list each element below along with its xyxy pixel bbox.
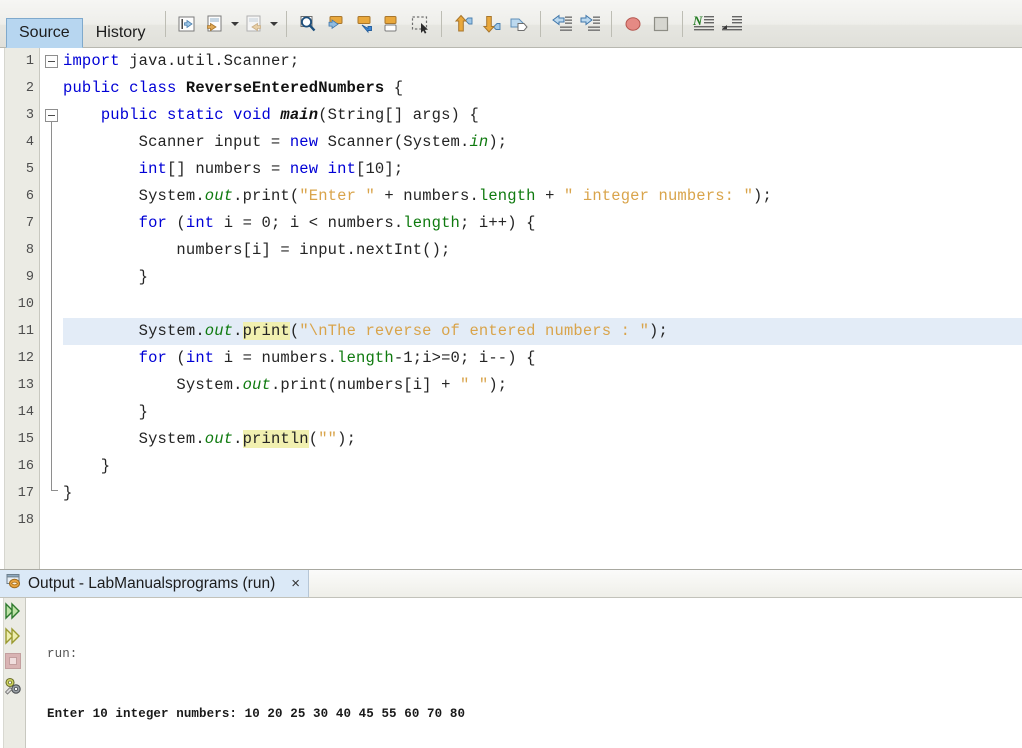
line-number: 18 — [17, 513, 34, 528]
output-side-toolbar — [0, 598, 26, 748]
code-line-16[interactable]: } — [63, 453, 1022, 480]
line-number: 8 — [25, 243, 34, 258]
code-line-17[interactable]: } — [63, 480, 1022, 507]
inspect-members-icon[interactable]: N — [691, 11, 717, 37]
fold-range-line — [51, 122, 52, 490]
previous-bookmark-icon[interactable] — [323, 11, 349, 37]
output-line: run: — [47, 647, 78, 661]
toolbar-separator-1 — [165, 10, 167, 37]
code-editor[interactable]: 1 2 3 4 5 6 7 8 9 10 11 12 13 14 15 16 1… — [0, 48, 1022, 569]
toggle-bookmark-icon[interactable] — [379, 11, 405, 37]
code-line-8[interactable]: numbers[i] = input.nextInt(); — [63, 237, 1022, 264]
code-line-13[interactable]: System.out.print(numbers[i] + " "); — [63, 372, 1022, 399]
code-line-14[interactable]: } — [63, 399, 1022, 426]
output-tabstrip: Output - LabManualsprograms (run) × — [0, 570, 1022, 598]
fold-range-end — [51, 490, 58, 491]
toolbar-group-indent — [548, 0, 604, 48]
line-number: 6 — [25, 189, 34, 204]
code-line-9[interactable]: } — [63, 264, 1022, 291]
toolbar-separator-5 — [611, 10, 613, 37]
forward-document-icon[interactable] — [241, 11, 267, 37]
code-text-area[interactable]: import java.util.Scanner; public class R… — [63, 48, 1022, 569]
toolbar-separator-3 — [441, 10, 443, 37]
code-line-12[interactable]: for (int i = numbers.length-1;i>=0; i--)… — [63, 345, 1022, 372]
toggle-breakpoint-icon[interactable] — [620, 11, 646, 37]
code-line-6[interactable]: System.out.print("Enter " + numbers.leng… — [63, 183, 1022, 210]
previous-error-icon[interactable] — [450, 11, 476, 37]
toolbar-separator-6 — [682, 10, 684, 37]
line-number-gutter[interactable]: 1 2 3 4 5 6 7 8 9 10 11 12 13 14 15 16 1… — [0, 48, 40, 569]
output-window: Output - LabManualsprograms (run) × run:… — [0, 569, 1022, 748]
select-rectangular-icon[interactable] — [407, 11, 433, 37]
line-number: 17 — [17, 486, 34, 501]
editor-tabstrip: Source History — [6, 0, 158, 48]
toolbar-group-navigation — [173, 0, 279, 48]
line-number: 11 — [17, 324, 34, 339]
back-document-icon[interactable] — [202, 11, 228, 37]
line-number: 4 — [25, 135, 34, 150]
line-number: 16 — [17, 459, 34, 474]
back-document-dropdown-arrow[interactable] — [229, 11, 240, 37]
output-window-icon — [6, 573, 22, 594]
tab-source[interactable]: Source — [6, 17, 83, 48]
shift-left-icon[interactable] — [549, 11, 575, 37]
output-tab[interactable]: Output - LabManualsprograms (run) × — [0, 570, 310, 597]
line-number: 3 — [25, 108, 34, 123]
code-line-10[interactable] — [63, 291, 1022, 318]
rerun-alt-icon[interactable] — [2, 625, 24, 647]
fold-toggle-line-1[interactable] — [45, 55, 58, 68]
code-line-11[interactable]: System.out.print("\nThe reverse of enter… — [63, 318, 1022, 345]
forward-document-dropdown-arrow[interactable] — [268, 11, 279, 37]
code-line-15[interactable]: System.out.println(""); — [63, 426, 1022, 453]
line-number: 10 — [17, 297, 34, 312]
output-tab-title: Output - LabManualsprograms (run) — [28, 574, 276, 592]
toolbar-separator-4 — [540, 10, 542, 37]
tab-history-label: History — [95, 24, 146, 41]
next-error-icon[interactable] — [478, 11, 504, 37]
toolbar-group-debug — [619, 0, 675, 48]
rerun-icon[interactable] — [2, 600, 24, 622]
tab-source-label: Source — [19, 23, 70, 41]
fold-toggle-line-3[interactable] — [45, 109, 58, 122]
toolbar-group-search — [294, 0, 434, 48]
svg-text:N: N — [692, 13, 703, 28]
code-line-7[interactable]: for (int i = 0; i < numbers.length; i++)… — [63, 210, 1022, 237]
code-line-1[interactable]: import java.util.Scanner; — [63, 48, 1022, 75]
gears-icon[interactable] — [2, 675, 24, 697]
stop-icon[interactable] — [2, 650, 24, 672]
output-body: run: Enter 10 integer numbers: 10 20 25 … — [0, 598, 1022, 748]
output-line: Enter 10 integer numbers: 10 20 25 30 40… — [47, 707, 466, 721]
netbeans-ide-window: Source History N 1 2 3 4 5 6 7 8 9 10 11… — [0, 0, 1022, 748]
toolbar-group-inspect: N — [690, 0, 746, 48]
next-bookmark-icon[interactable] — [351, 11, 377, 37]
line-number: 9 — [25, 270, 34, 285]
tab-history[interactable]: History — [83, 18, 159, 48]
line-number: 7 — [25, 216, 34, 231]
code-line-5[interactable]: int[] numbers = new int[10]; — [63, 156, 1022, 183]
line-number: 2 — [25, 81, 34, 96]
output-tabstrip-filler — [309, 570, 1022, 597]
code-line-4[interactable]: Scanner input = new Scanner(System.in); — [63, 129, 1022, 156]
code-fold-column[interactable] — [41, 48, 63, 569]
line-number: 5 — [25, 162, 34, 177]
line-number: 12 — [17, 351, 34, 366]
stop-icon[interactable] — [648, 11, 674, 37]
code-line-18[interactable] — [63, 507, 1022, 534]
code-line-2[interactable]: public class ReverseEnteredNumbers { — [63, 75, 1022, 102]
line-number: 1 — [25, 54, 34, 69]
line-number: 14 — [17, 405, 34, 420]
line-number: 15 — [17, 432, 34, 447]
close-icon[interactable]: × — [291, 575, 300, 592]
shift-right-icon[interactable] — [577, 11, 603, 37]
editor-toolbar: Source History N — [0, 0, 1022, 48]
toolbar-group-errors — [449, 0, 533, 48]
toolbar-separator-2 — [286, 10, 288, 37]
output-console-text[interactable]: run: Enter 10 integer numbers: 10 20 25 … — [27, 598, 1022, 748]
inspect-hierarchy-icon[interactable] — [719, 11, 745, 37]
line-number: 13 — [17, 378, 34, 393]
code-line-3[interactable]: public static void main(String[] args) { — [63, 102, 1022, 129]
last-edit-icon[interactable] — [174, 11, 200, 37]
toggle-highlight-icon[interactable] — [506, 11, 532, 37]
find-selection-icon[interactable] — [295, 11, 321, 37]
